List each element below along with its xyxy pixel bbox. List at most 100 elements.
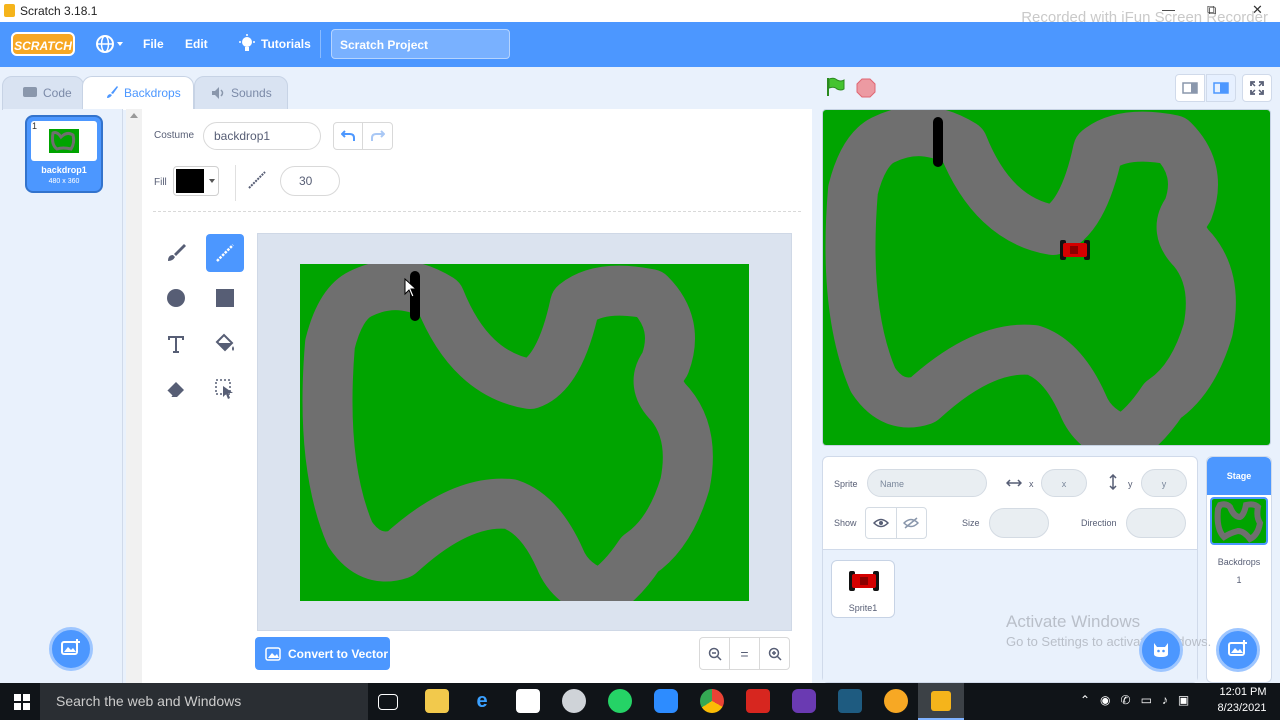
- rectangle-tool[interactable]: [206, 279, 244, 317]
- mouse-cursor-icon: [404, 277, 418, 303]
- store-icon[interactable]: [516, 689, 540, 713]
- race-car-sprite[interactable]: [1060, 240, 1090, 260]
- left-scrollbar[interactable]: [126, 109, 142, 683]
- minimize-icon[interactable]: —: [1162, 2, 1175, 17]
- system-tray-icons[interactable]: ⌃◉✆▭♪▣: [1080, 693, 1199, 707]
- chrome-icon[interactable]: [700, 689, 724, 713]
- window-title-bar: Scratch 3.18.1 Recorded with iFun Screen…: [0, 0, 1280, 26]
- sprite-tile[interactable]: Sprite1: [831, 560, 895, 618]
- stop-button[interactable]: [856, 78, 876, 103]
- hide-sprite-button[interactable]: [897, 508, 927, 538]
- tab-code[interactable]: Code: [2, 76, 84, 110]
- sprite-name: Sprite1: [848, 603, 878, 613]
- visibility-toggle: [865, 507, 927, 539]
- taskbar-time[interactable]: 12:01 PM: [1218, 686, 1268, 698]
- whatsapp-icon[interactable]: [608, 689, 632, 713]
- backdrops-label: Backdrops: [1217, 557, 1261, 567]
- stage-thumbnail[interactable]: [1210, 497, 1268, 545]
- stage-canvas[interactable]: [822, 109, 1271, 446]
- zoom-controls: =: [699, 637, 790, 670]
- zoom-app-icon[interactable]: [654, 689, 678, 713]
- project-title-input[interactable]: Scratch Project: [331, 29, 510, 59]
- fill-tool[interactable]: [206, 325, 244, 363]
- tab-backdrops[interactable]: Backdrops: [82, 76, 194, 110]
- direction-label: Direction: [1081, 518, 1117, 528]
- costume-name-input[interactable]: backdrop1: [203, 122, 321, 150]
- backdrop-size: 480 x 360: [48, 178, 80, 185]
- scratch-logo[interactable]: SCRATCH: [11, 32, 75, 56]
- image-add-icon: [61, 639, 80, 655]
- x-input[interactable]: x: [1041, 469, 1087, 497]
- zoom-in-icon: [768, 647, 782, 661]
- windows-start-icon[interactable]: [14, 694, 30, 715]
- show-sprite-button[interactable]: [866, 508, 897, 538]
- direction-input[interactable]: [1126, 508, 1186, 538]
- paint-canvas[interactable]: [300, 264, 749, 601]
- zoom-reset-button[interactable]: =: [730, 638, 760, 669]
- restore-icon[interactable]: ⧉: [1207, 2, 1216, 18]
- edge-icon[interactable]: e: [470, 689, 494, 713]
- taskbar-date[interactable]: 8/23/2021: [1214, 702, 1270, 714]
- undo-icon: [341, 130, 355, 141]
- app-icon[interactable]: [838, 689, 862, 713]
- acrobat-icon[interactable]: [746, 689, 770, 713]
- rectangle-icon: [216, 289, 234, 307]
- text-tool[interactable]: [157, 325, 195, 363]
- fill-color-swatch: [176, 169, 204, 193]
- convert-to-vector-button[interactable]: Convert to Vector: [255, 637, 390, 670]
- tab-sounds[interactable]: Sounds: [194, 76, 288, 110]
- fill-label: Fill: [154, 177, 167, 188]
- taskbar-search-input[interactable]: Search the web and Windows: [40, 683, 368, 720]
- line-tool[interactable]: [206, 234, 244, 272]
- paint-canvas-area[interactable]: [257, 233, 792, 631]
- zoom-in-button[interactable]: [760, 638, 789, 669]
- file-explorer-icon[interactable]: [425, 689, 449, 713]
- backdrop-thumbnail[interactable]: 1 backdrop1 480 x 360: [25, 115, 103, 193]
- large-stage-button[interactable]: [1206, 74, 1236, 102]
- close-icon[interactable]: ✕: [1252, 2, 1263, 18]
- sprite-thumbnail: [849, 571, 879, 591]
- horizontal-arrows-icon: [1005, 476, 1023, 494]
- size-input[interactable]: [989, 508, 1049, 538]
- sprite-label: Sprite: [834, 479, 858, 489]
- fullscreen-button[interactable]: [1242, 74, 1272, 102]
- size-label: Size: [962, 518, 980, 528]
- scroll-up-icon[interactable]: [130, 113, 138, 118]
- eraser-icon: [166, 382, 184, 397]
- backdrop-number: 1: [32, 121, 38, 131]
- select-tool[interactable]: [206, 370, 244, 408]
- redo-button[interactable]: [363, 123, 392, 149]
- line-width-input[interactable]: 30: [280, 166, 340, 196]
- edit-menu[interactable]: Edit: [185, 37, 208, 51]
- scratch-taskbar-active[interactable]: [918, 683, 964, 720]
- stage-header: Stage: [1207, 457, 1271, 495]
- undo-button[interactable]: [334, 123, 364, 149]
- video-editor-icon[interactable]: [792, 689, 816, 713]
- choose-backdrop-stage-button[interactable]: [1216, 628, 1260, 672]
- windows-taskbar: Search the web and Windows e ⌃◉✆▭♪▣ 12:0…: [0, 683, 1280, 720]
- choose-backdrop-button[interactable]: [49, 627, 93, 671]
- fullscreen-icon: [1250, 81, 1264, 95]
- brush-tool[interactable]: [157, 234, 195, 272]
- choose-sprite-button[interactable]: [1139, 628, 1183, 672]
- image-add-icon: [1228, 640, 1247, 656]
- backdrop-list: 1 backdrop1 480 x 360: [3, 109, 123, 683]
- scratch-app-icon: [4, 4, 15, 17]
- small-stage-button[interactable]: [1175, 74, 1205, 102]
- eraser-tool[interactable]: [157, 370, 195, 408]
- circle-tool[interactable]: [157, 279, 195, 317]
- circle-icon: [167, 289, 185, 307]
- zoom-out-button[interactable]: [700, 638, 730, 669]
- sprite-name-input[interactable]: Name: [867, 469, 987, 497]
- tutorials-menu[interactable]: Tutorials: [261, 37, 311, 51]
- y-input[interactable]: y: [1141, 469, 1187, 497]
- large-stage-icon: [1213, 82, 1229, 94]
- paint-app-icon[interactable]: [562, 689, 586, 713]
- file-menu[interactable]: File: [143, 37, 164, 51]
- task-view-icon[interactable]: [378, 694, 398, 710]
- eye-icon: [872, 518, 889, 528]
- scratch-cat-icon[interactable]: [884, 689, 908, 713]
- globe-icon[interactable]: [95, 34, 125, 57]
- fill-color-picker[interactable]: [173, 166, 219, 196]
- green-flag-button[interactable]: [825, 76, 847, 103]
